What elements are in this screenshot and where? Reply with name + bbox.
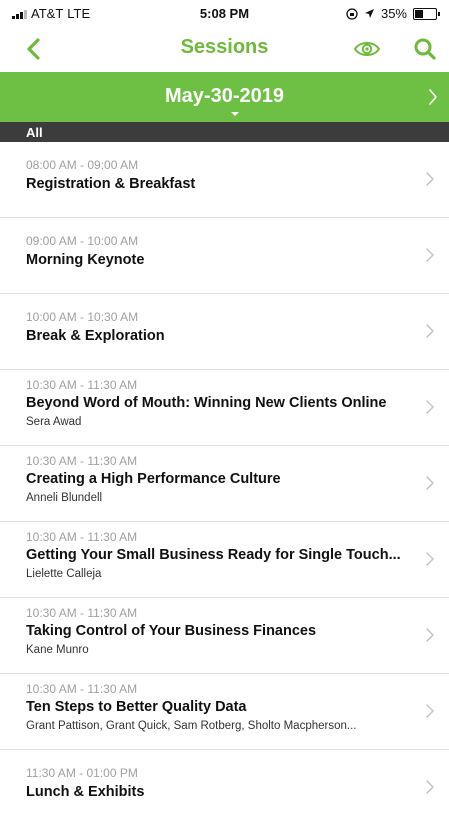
status-right: 35%: [346, 6, 440, 21]
session-time: 11:30 AM - 01:00 PM: [26, 766, 138, 780]
session-title: Lunch & Exhibits: [26, 784, 145, 800]
chevron-right-icon: [426, 780, 434, 794]
session-title: Break & Exploration: [26, 328, 165, 344]
session-row[interactable]: 10:30 AM - 11:30 AM Creating a High Perf…: [0, 446, 449, 522]
session-speakers: Kane Munro: [26, 644, 89, 656]
session-title: Getting Your Small Business Ready for Si…: [26, 547, 401, 563]
session-time: 09:00 AM - 10:00 AM: [26, 234, 139, 248]
session-speakers: Anneli Blundell: [26, 492, 103, 504]
search-icon: [414, 38, 436, 60]
session-time: 10:30 AM - 11:30 AM: [26, 606, 138, 620]
session-speakers: Grant Pattison, Grant Quick, Sam Rotberg…: [26, 720, 357, 732]
battery-percent: 35%: [380, 6, 407, 21]
session-time: 10:00 AM - 10:30 AM: [26, 310, 139, 324]
session-row[interactable]: 10:30 AM - 11:30 AM Getting Your Small B…: [0, 522, 449, 598]
filter-label: All: [26, 125, 43, 140]
session-speakers: Sera Awad: [26, 416, 82, 428]
chevron-right-icon: [426, 552, 434, 566]
chevron-right-icon: [426, 400, 434, 414]
session-title: Taking Control of Your Business Finances: [26, 623, 317, 639]
date-label[interactable]: May-30-2019: [0, 85, 449, 108]
battery-icon: [413, 7, 440, 20]
session-time: 10:30 AM - 11:30 AM: [26, 378, 138, 392]
session-time: 10:30 AM - 11:30 AM: [26, 530, 138, 544]
status-bar: AT&T LTE 5:08 PM 35%: [0, 0, 449, 26]
session-time: 10:30 AM - 11:30 AM: [26, 682, 138, 696]
location-icon: [364, 9, 374, 18]
session-title: Beyond Word of Mouth: Winning New Client…: [26, 395, 387, 411]
session-title: Morning Keynote: [26, 252, 145, 268]
session-title: Registration & Breakfast: [26, 176, 196, 192]
eye-icon: [353, 42, 381, 56]
session-row[interactable]: 09:00 AM - 10:00 AM Morning Keynote: [0, 218, 449, 294]
chevron-right-icon: [429, 89, 437, 105]
chevron-right-icon: [426, 476, 434, 490]
session-row[interactable]: 10:30 AM - 11:30 AM Taking Control of Yo…: [0, 598, 449, 674]
session-row[interactable]: 10:30 AM - 11:30 AM Beyond Word of Mouth…: [0, 370, 449, 446]
nav-bar: Sessions: [0, 26, 449, 72]
chevron-right-icon: [426, 172, 434, 186]
session-time: 08:00 AM - 09:00 AM: [26, 158, 139, 172]
chevron-right-icon: [426, 704, 434, 718]
orientation-lock-icon: [346, 7, 358, 20]
caret-down-icon: [231, 112, 239, 116]
session-row[interactable]: 10:00 AM - 10:30 AM Break & Exploration: [0, 294, 449, 370]
date-selector[interactable]: May-30-2019: [0, 72, 449, 122]
session-row[interactable]: 11:30 AM - 01:00 PM Lunch & Exhibits: [0, 750, 449, 826]
view-toggle-button[interactable]: [352, 35, 382, 63]
search-button[interactable]: [410, 34, 440, 64]
session-time: 10:30 AM - 11:30 AM: [26, 454, 138, 468]
session-speakers: Lielette Calleja: [26, 568, 102, 580]
battery-level: [415, 9, 423, 18]
session-list: 08:00 AM - 09:00 AM Registration & Break…: [0, 142, 449, 826]
filter-bar[interactable]: All: [0, 122, 449, 142]
session-title: Creating a High Performance Culture: [26, 471, 281, 487]
chevron-right-icon: [426, 248, 434, 262]
session-row[interactable]: 08:00 AM - 09:00 AM Registration & Break…: [0, 142, 449, 218]
next-date-button[interactable]: [425, 85, 441, 109]
session-row[interactable]: 10:30 AM - 11:30 AM Ten Steps to Better …: [0, 674, 449, 750]
chevron-right-icon: [426, 324, 434, 338]
session-title: Ten Steps to Better Quality Data: [26, 699, 247, 715]
chevron-right-icon: [426, 628, 434, 642]
